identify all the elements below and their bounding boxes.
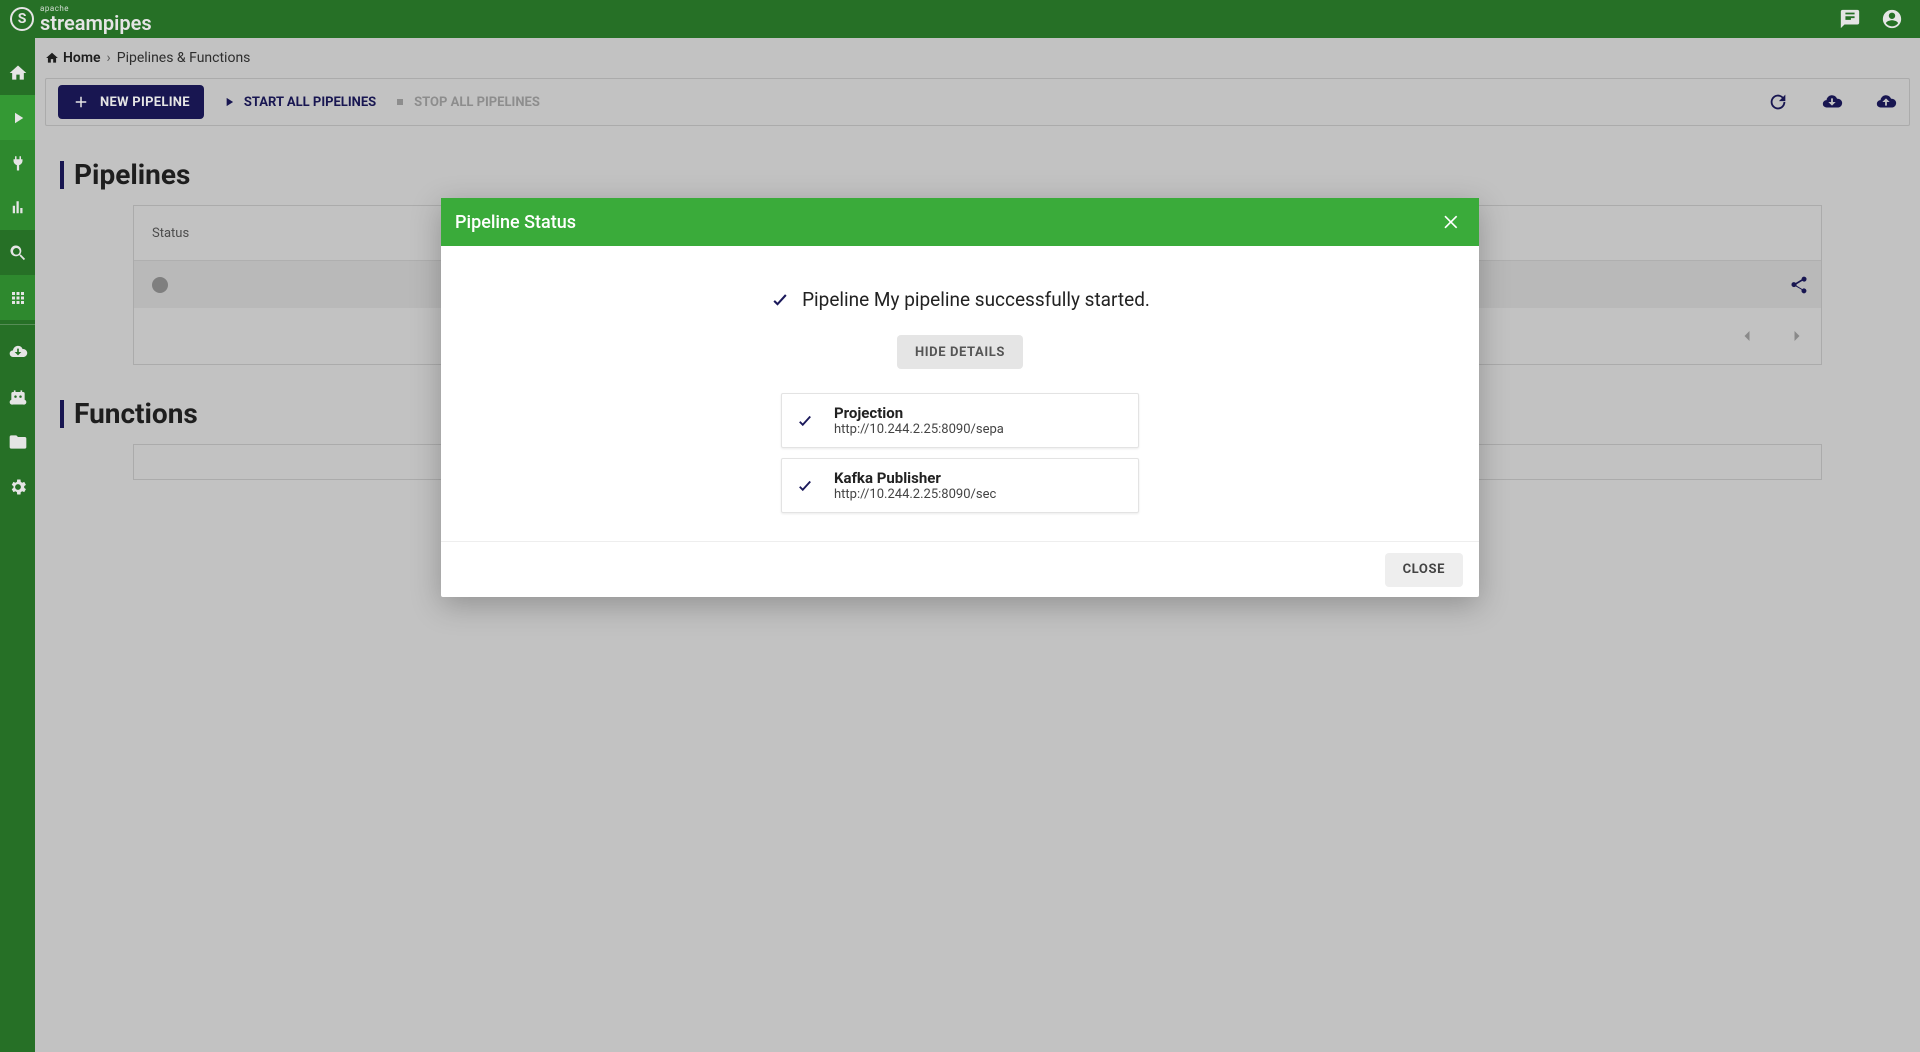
pipeline-status-dialog: Pipeline Status Pipeline My pipeline suc… [441, 198, 1479, 597]
close-button[interactable]: CLOSE [1385, 553, 1463, 587]
detail-url: http://10.244.2.25:8090/sepa [834, 422, 1124, 437]
detail-card: Projection http://10.244.2.25:8090/sepa [781, 393, 1139, 448]
status-message: Pipeline My pipeline successfully starte… [802, 288, 1150, 311]
detail-title: Kafka Publisher [834, 469, 1124, 487]
dialog-footer: CLOSE [441, 541, 1479, 597]
check-icon [796, 477, 822, 495]
detail-url: http://10.244.2.25:8090/sec [834, 487, 1124, 502]
check-icon [770, 290, 790, 310]
hide-details-label: HIDE DETAILS [915, 345, 1005, 360]
dialog-header: Pipeline Status [441, 198, 1479, 246]
status-message-line: Pipeline My pipeline successfully starte… [770, 288, 1150, 311]
close-button-label: CLOSE [1403, 562, 1445, 577]
check-icon [796, 412, 822, 430]
close-icon[interactable] [1439, 209, 1465, 235]
detail-title: Projection [834, 404, 1124, 422]
dialog-title: Pipeline Status [455, 212, 576, 233]
hide-details-button[interactable]: HIDE DETAILS [897, 335, 1023, 369]
detail-card: Kafka Publisher http://10.244.2.25:8090/… [781, 458, 1139, 513]
modal-overlay: Pipeline Status Pipeline My pipeline suc… [0, 0, 1920, 1052]
